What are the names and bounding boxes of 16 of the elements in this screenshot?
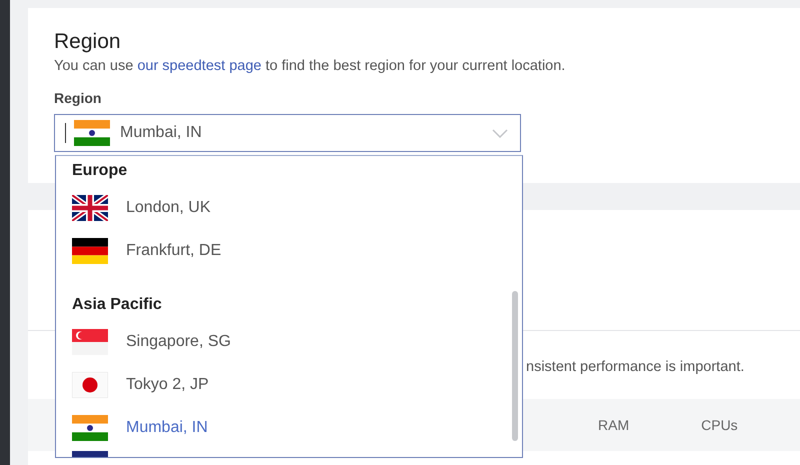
region-select[interactable]: Mumbai, IN xyxy=(54,114,521,152)
section-title: Region xyxy=(54,30,122,54)
dropdown-option[interactable]: Frankfurt, DE xyxy=(72,229,522,272)
group-heading: Europe xyxy=(72,161,128,181)
group-heading: Asia Pacific xyxy=(72,295,163,315)
column-header: RAM xyxy=(598,417,630,433)
dropdown-option[interactable]: Mumbai, IN xyxy=(72,406,522,449)
selected-value: Mumbai, IN xyxy=(120,124,203,142)
dropdown-option[interactable]: Tokyo 2, JP xyxy=(72,363,522,406)
speedtest-link[interactable]: our speedtest page xyxy=(137,58,262,74)
dropdown-option[interactable]: London, UK xyxy=(72,186,522,229)
field-label: Region xyxy=(54,90,102,106)
description: You can use our speedtest page to find the best region for your current location. xyxy=(54,58,566,74)
dropdown-option[interactable]: Singapore, SG xyxy=(72,320,522,363)
column-header: CPUs xyxy=(701,417,738,433)
description: nsistent performance is important. xyxy=(526,359,744,375)
